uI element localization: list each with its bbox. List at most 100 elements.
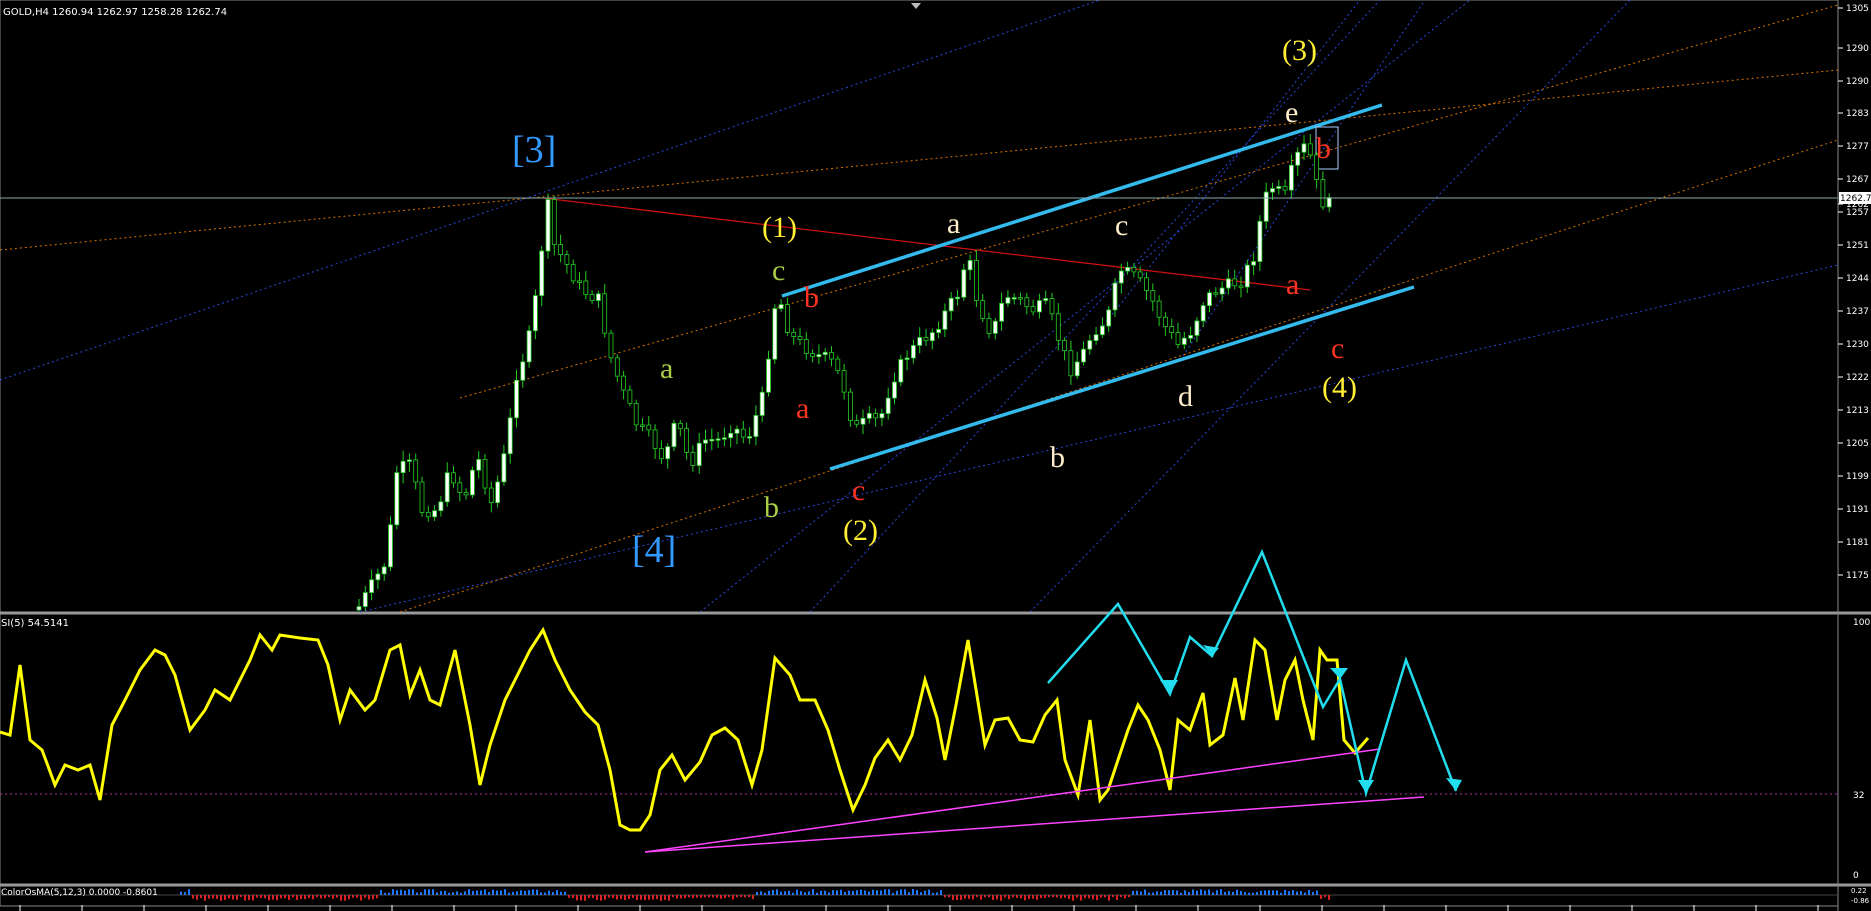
rsi-pane[interactable] xyxy=(0,613,1839,885)
osma-bar xyxy=(1024,895,1026,901)
osma-bar xyxy=(496,890,498,895)
candle-body xyxy=(463,492,469,496)
osma-bar xyxy=(448,892,450,895)
osma-bar xyxy=(1240,890,1242,895)
candle-body xyxy=(539,250,545,297)
candle-body xyxy=(476,459,482,471)
osma-bar xyxy=(288,895,290,900)
osma-bar xyxy=(284,895,286,899)
candle-body xyxy=(659,448,664,460)
osma-bar xyxy=(596,895,598,901)
osma-bar xyxy=(948,895,950,898)
osma-bar xyxy=(416,892,418,895)
osma-bar xyxy=(956,895,958,900)
osma-pane[interactable] xyxy=(0,885,1839,907)
osma-bar xyxy=(712,895,714,898)
osma-bar xyxy=(396,890,398,895)
candle-body xyxy=(1188,335,1193,339)
osma-bar xyxy=(332,895,334,899)
osma-bar xyxy=(252,895,254,901)
osma-bar xyxy=(536,889,538,895)
rsi-axis-tick: 0 xyxy=(1853,871,1859,881)
osma-bar xyxy=(796,889,798,895)
osma-bar xyxy=(300,895,302,900)
wave-label-a-cream: a xyxy=(947,207,960,240)
osma-bar xyxy=(620,895,622,899)
osma-bar xyxy=(456,891,458,895)
osma-bar xyxy=(372,895,374,900)
price-axis-tick: 1244 xyxy=(1846,274,1869,284)
candle-body xyxy=(816,354,822,358)
osma-bar xyxy=(1020,895,1022,899)
osma-bar xyxy=(1016,895,1018,898)
osma-bar xyxy=(1176,890,1178,895)
osma-bar xyxy=(560,891,562,895)
candle-body xyxy=(961,269,967,298)
osma-bar xyxy=(1308,889,1310,895)
candle-body xyxy=(829,351,834,360)
osma-bar xyxy=(664,895,666,900)
osma-bar xyxy=(1096,895,1098,901)
candle-body xyxy=(1112,282,1118,311)
candle-body xyxy=(1074,361,1080,377)
osma-bar xyxy=(604,895,606,900)
candle-body xyxy=(967,260,973,271)
price-axis-tick: 1230 xyxy=(1846,340,1869,350)
price-axis-tick: 1251 xyxy=(1846,241,1869,251)
candle-body xyxy=(507,417,513,455)
osma-bar xyxy=(364,895,366,898)
osma-bar xyxy=(472,891,474,895)
osma-bar xyxy=(1088,895,1090,899)
osma-bar xyxy=(184,892,186,895)
osma-bar xyxy=(680,895,682,899)
osma-bar xyxy=(212,895,214,899)
candle-body xyxy=(1018,297,1023,300)
osma-bar xyxy=(1272,890,1274,895)
osma-bar xyxy=(200,895,202,899)
osma-bar xyxy=(924,890,926,895)
osma-bar xyxy=(1056,895,1058,898)
osma-bar xyxy=(196,895,198,900)
price-axis-tick: 1277 xyxy=(1846,142,1869,152)
osma-bar xyxy=(484,889,486,895)
osma-bar xyxy=(192,895,194,899)
candle-body xyxy=(400,460,406,474)
candle-body xyxy=(848,391,853,422)
wave-label-a-green: a xyxy=(660,352,673,385)
candle-body xyxy=(646,424,652,431)
osma-bar xyxy=(1276,890,1278,895)
candle-body xyxy=(394,472,400,526)
candle-body xyxy=(1011,297,1017,300)
osma-bar xyxy=(1208,889,1210,895)
candle-body xyxy=(1194,320,1200,336)
osma-bar xyxy=(640,895,642,900)
osma-bar xyxy=(588,895,590,898)
osma-bar xyxy=(532,889,534,895)
candle-body xyxy=(974,260,979,301)
osma-bar xyxy=(748,895,750,898)
osma-bar xyxy=(572,895,574,898)
rsi-info: SI(5) 54.5141 xyxy=(1,618,69,629)
candle-body xyxy=(627,389,633,404)
osma-bar xyxy=(1292,890,1294,895)
osma-bar xyxy=(1156,891,1158,895)
candle-body xyxy=(608,332,614,359)
candle-body xyxy=(419,481,425,513)
candle-body xyxy=(1257,220,1263,262)
wave-label-c-green: c xyxy=(772,254,785,287)
candle-body xyxy=(785,304,790,333)
osma-bar xyxy=(716,895,718,898)
candle-body xyxy=(715,438,721,441)
osma-bar xyxy=(584,895,586,901)
candle-body xyxy=(1244,264,1250,288)
main-price-pane[interactable] xyxy=(0,0,1839,613)
osma-bar xyxy=(348,895,350,900)
osma-bar xyxy=(868,891,870,895)
candle-body xyxy=(892,381,897,399)
osma-bar xyxy=(1268,890,1270,895)
candle-body xyxy=(356,606,362,611)
candle-body xyxy=(671,422,677,448)
chart-window[interactable]: GOLD,H4 1260.94 1262.97 1258.28 1262.74 … xyxy=(0,0,1871,911)
candle-body xyxy=(936,328,941,334)
osma-bar xyxy=(996,895,998,900)
